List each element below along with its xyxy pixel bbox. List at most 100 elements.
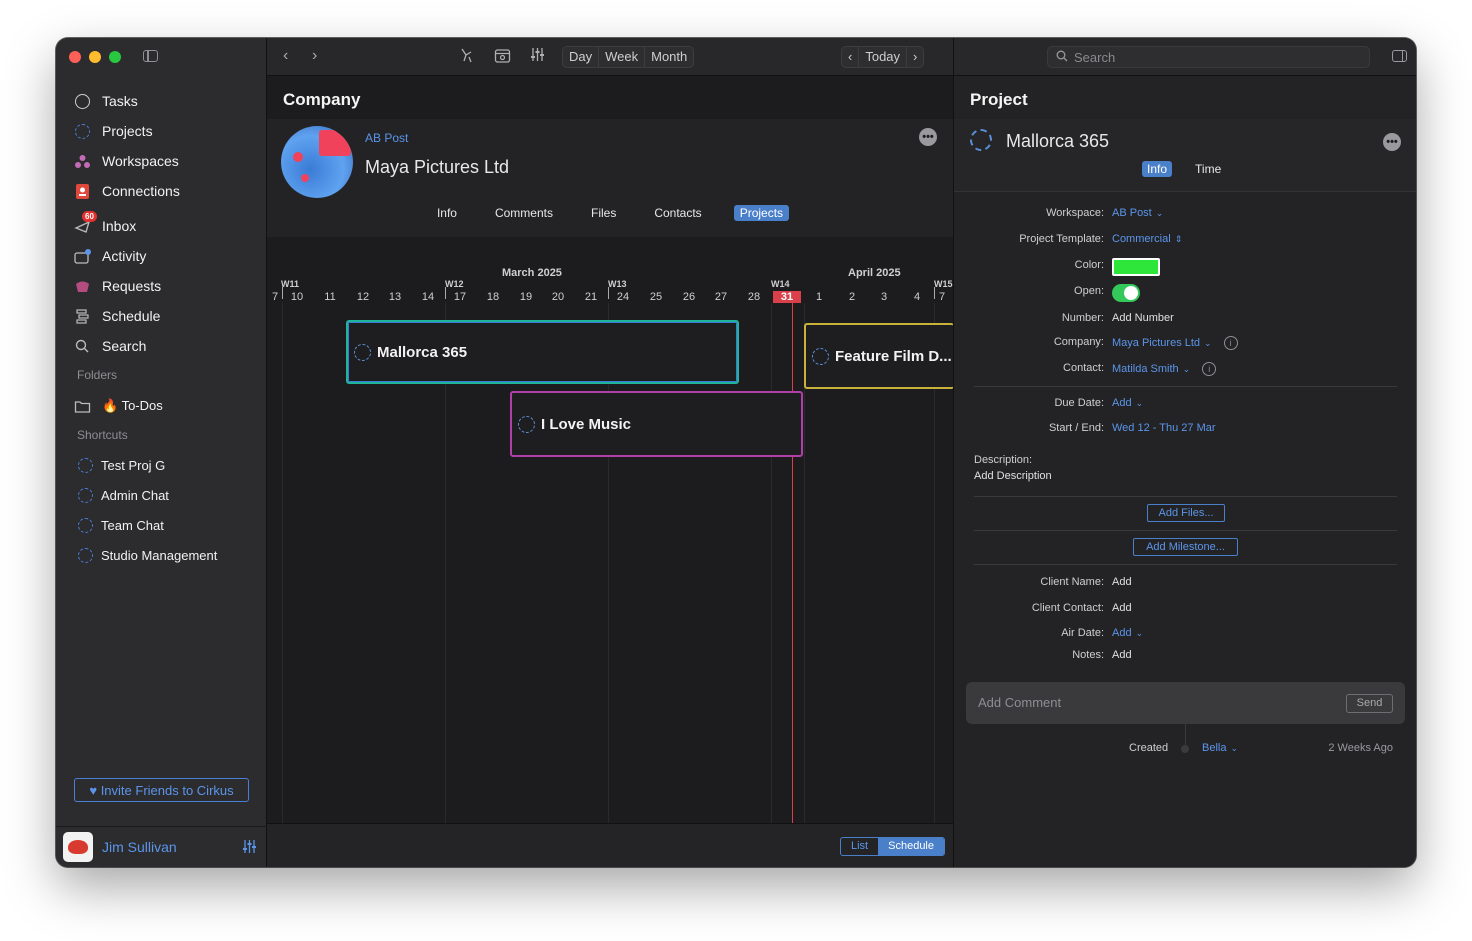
close-window-button[interactable] xyxy=(69,51,81,63)
inspector-toggle-icon[interactable] xyxy=(1392,50,1407,62)
search-field[interactable] xyxy=(1047,46,1370,68)
sidebar-item-projects[interactable]: Projects xyxy=(74,120,153,142)
sidebar-item-label: Inbox xyxy=(102,218,137,234)
tab-contacts[interactable]: Contacts xyxy=(648,205,707,221)
gesture-icon[interactable] xyxy=(458,47,475,68)
description-field[interactable]: Add Description xyxy=(974,470,1052,482)
settings-sliders-icon[interactable] xyxy=(242,839,257,857)
sidebar-item-search[interactable]: Search xyxy=(74,335,146,357)
client-contact-field[interactable]: Add xyxy=(1112,602,1132,614)
shortcut-item[interactable]: Admin Chat xyxy=(78,488,169,503)
view-day-button[interactable]: Day xyxy=(563,47,600,67)
tab-info[interactable]: Info xyxy=(431,205,463,221)
day-label: 26 xyxy=(682,291,696,303)
day-label: 14 xyxy=(421,291,435,303)
view-week-button[interactable]: Week xyxy=(599,47,646,67)
next-period-button[interactable]: › xyxy=(907,47,923,67)
sidebar-item-workspaces[interactable]: Workspaces xyxy=(74,150,179,172)
tab-projects[interactable]: Projects xyxy=(733,205,790,221)
info-icon[interactable]: i xyxy=(1223,336,1238,350)
notes-field[interactable]: Add xyxy=(1112,649,1132,661)
day-label: 25 xyxy=(649,291,663,303)
company-header: AB Post Maya Pictures Ltd ••• Info Comme… xyxy=(267,119,953,237)
tab-time[interactable]: Time xyxy=(1190,161,1226,177)
created-label: Created xyxy=(1129,742,1169,754)
project-bar-mallorca[interactable]: Mallorca 365 xyxy=(346,320,739,384)
shortcut-item[interactable]: Team Chat xyxy=(78,518,164,533)
project-circle-icon xyxy=(78,548,93,563)
week-label: W14 xyxy=(771,279,790,289)
project-name: Mallorca 365 xyxy=(1006,131,1110,151)
shortcut-label: Test Proj G xyxy=(101,458,166,473)
more-options-icon[interactable]: ••• xyxy=(919,128,937,146)
project-bar-i-love-music[interactable]: I Love Music xyxy=(510,391,803,457)
number-field[interactable]: Add Number xyxy=(1112,312,1174,324)
previous-period-button[interactable]: ‹ xyxy=(842,47,860,67)
day-label: 21 xyxy=(584,291,598,303)
app-window: Tasks Projects Workspaces Connections 60… xyxy=(56,38,1416,867)
day-label: 18 xyxy=(486,291,500,303)
company-workspace-link[interactable]: AB Post xyxy=(365,131,408,145)
tab-comments[interactable]: Comments xyxy=(489,205,559,221)
project-status-icon[interactable] xyxy=(970,129,992,151)
back-arrow-icon[interactable]: ‹ xyxy=(283,47,288,65)
comment-input[interactable]: Add Comment xyxy=(978,695,1061,710)
view-month-button[interactable]: Month xyxy=(645,47,693,67)
shortcut-item[interactable]: Studio Management xyxy=(78,548,217,563)
sidebar-item-schedule[interactable]: Schedule xyxy=(74,305,160,327)
invite-friends-button[interactable]: ♥ Invite Friends to Cirkus xyxy=(74,778,249,802)
user-name[interactable]: Jim Sullivan xyxy=(102,839,177,855)
contact-select[interactable]: Matilda Smith ⌄ i xyxy=(1112,362,1217,376)
sidebar-item-tasks[interactable]: Tasks xyxy=(74,90,138,112)
template-select[interactable]: Commercial ⇕ xyxy=(1112,233,1182,245)
zoom-window-button[interactable] xyxy=(109,51,121,63)
field-color: Color: xyxy=(954,258,1416,276)
project-bar-feature-film[interactable]: Feature Film D... xyxy=(804,323,953,389)
send-button[interactable]: Send xyxy=(1346,694,1393,713)
sidebar-item-connections[interactable]: Connections xyxy=(74,180,180,202)
comment-box[interactable]: Add Comment Send xyxy=(966,682,1405,724)
start-end-date[interactable]: Wed 12 - Thu 27 Mar xyxy=(1112,422,1216,434)
search-input[interactable] xyxy=(1074,49,1354,65)
detail-toolbar xyxy=(954,38,1416,76)
shortcut-item[interactable]: Test Proj G xyxy=(78,458,165,473)
filter-sliders-icon[interactable] xyxy=(530,47,545,66)
folders-heading: Folders xyxy=(77,368,118,382)
created-by-select[interactable]: Bella ⌄ xyxy=(1202,742,1238,754)
schedule-view-button[interactable]: Schedule xyxy=(878,838,944,855)
open-toggle[interactable] xyxy=(1112,284,1140,302)
sidebar-toggle-icon[interactable] xyxy=(143,50,158,62)
day-label: 4 xyxy=(913,291,921,303)
today-button[interactable]: Today xyxy=(859,47,908,67)
sidebar-item-requests[interactable]: Requests xyxy=(74,275,161,297)
workspace-select[interactable]: AB Post ⌄ xyxy=(1112,207,1163,219)
workspaces-icon xyxy=(74,153,91,170)
connections-icon xyxy=(74,183,91,200)
sidebar-item-inbox[interactable]: 60 Inbox xyxy=(74,210,137,237)
week-label: W11 xyxy=(281,279,300,289)
more-options-icon[interactable]: ••• xyxy=(1383,133,1401,151)
due-date-select[interactable]: Add ⌄ xyxy=(1112,397,1143,409)
shortcuts-heading: Shortcuts xyxy=(77,428,128,442)
company-select[interactable]: Maya Pictures Ltd ⌄ i xyxy=(1112,336,1238,350)
tab-info[interactable]: Info xyxy=(1142,161,1173,177)
calendar-icon[interactable] xyxy=(494,47,511,68)
minimize-window-button[interactable] xyxy=(89,51,101,63)
list-view-button[interactable]: List xyxy=(841,838,878,855)
day-label: 24 xyxy=(616,291,630,303)
client-name-field[interactable]: Add xyxy=(1112,576,1132,588)
add-milestone-button[interactable]: Add Milestone... xyxy=(1133,538,1238,556)
color-swatch[interactable] xyxy=(1112,258,1160,276)
air-date-select[interactable]: Add ⌄ xyxy=(1112,627,1143,639)
folder-item-todos[interactable]: 🔥 To-Dos xyxy=(74,395,163,417)
add-files-button[interactable]: Add Files... xyxy=(1147,504,1225,522)
company-avatar[interactable] xyxy=(281,126,353,198)
forward-arrow-icon[interactable]: › xyxy=(312,47,317,65)
avatar[interactable] xyxy=(63,832,93,862)
page-title: Project xyxy=(970,90,1028,109)
info-icon[interactable]: i xyxy=(1202,362,1217,376)
field-label: Open: xyxy=(1074,285,1104,297)
sidebar-item-activity[interactable]: Activity xyxy=(74,245,146,267)
tab-files[interactable]: Files xyxy=(585,205,622,221)
description-label: Description: xyxy=(974,454,1033,466)
